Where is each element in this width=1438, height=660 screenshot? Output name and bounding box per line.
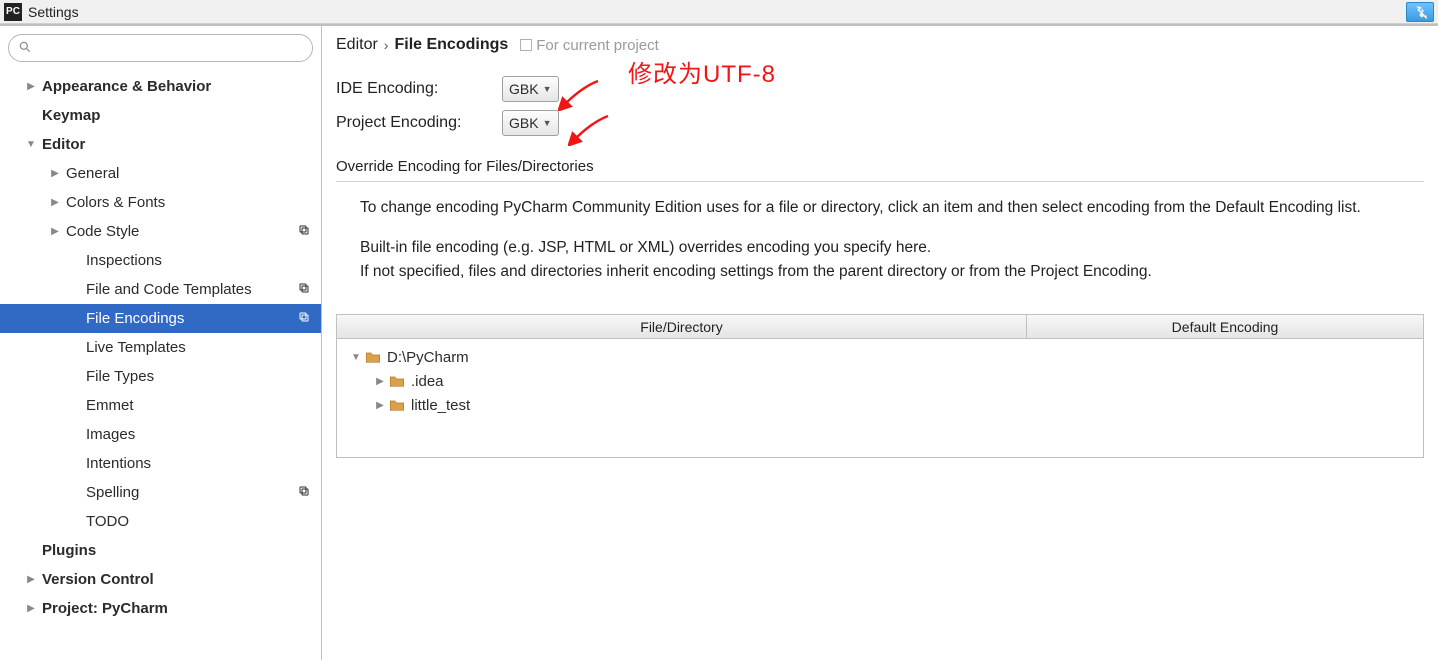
file-name: little_test <box>411 397 470 414</box>
tree-toggle-icon[interactable]: ▶ <box>373 376 387 387</box>
sidebar-item-file-encodings[interactable]: File Encodings <box>0 304 321 333</box>
sidebar-item-label: Colors & Fonts <box>66 194 321 211</box>
sidebar-item-version-control[interactable]: ▶ Version Control <box>0 565 321 594</box>
project-encoding-select[interactable]: GBK ▼ <box>502 110 559 136</box>
folder-icon <box>389 374 405 388</box>
sidebar-item-label: General <box>66 165 321 182</box>
scope-badge-icon <box>520 39 532 51</box>
sidebar-item-label: Inspections <box>86 252 321 269</box>
sidebar-item-general[interactable]: ▶ General <box>0 159 321 188</box>
file-name: .idea <box>411 373 444 390</box>
copy-icon <box>293 223 315 240</box>
sidebar-item-appearance-behavior[interactable]: ▶ Appearance & Behavior <box>0 72 321 101</box>
sidebar-item-emmet[interactable]: Emmet <box>0 391 321 420</box>
breadcrumb-parent[interactable]: Editor <box>336 36 378 54</box>
desc-line-3: If not specified, files and directories … <box>360 260 1412 284</box>
search-wrap <box>0 26 321 66</box>
override-description: To change encoding PyCharm Community Edi… <box>336 182 1416 306</box>
sidebar-item-label: Keymap <box>42 107 321 124</box>
project-encoding-label: Project Encoding: <box>336 114 502 132</box>
ide-encoding-row: IDE Encoding: GBK ▼ <box>336 72 1424 106</box>
sidebar-item-label: Appearance & Behavior <box>42 78 321 95</box>
sidebar-item-label: Plugins <box>42 542 321 559</box>
folder-icon <box>365 350 381 364</box>
sidebar-item-plugins[interactable]: Plugins <box>0 536 321 565</box>
sidebar-item-intentions[interactable]: Intentions <box>0 449 321 478</box>
encoding-table-header: File/Directory Default Encoding <box>337 315 1423 339</box>
sidebar-item-inspections[interactable]: Inspections <box>0 246 321 275</box>
sidebar-item-label: File Types <box>86 368 321 385</box>
sidebar-item-images[interactable]: Images <box>0 420 321 449</box>
sidebar-item-label: Spelling <box>86 484 293 501</box>
project-encoding-row: Project Encoding: GBK ▼ <box>336 106 1424 140</box>
sidebar-item-label: Editor <box>42 136 321 153</box>
file-tree: ▼D:\PyCharm▶.idea▶little_test <box>337 339 1423 457</box>
copy-icon <box>293 484 315 501</box>
breadcrumb: Editor › File Encodings For current proj… <box>336 36 1424 54</box>
sidebar-item-label: Version Control <box>42 571 321 588</box>
sidebar-item-label: Project: PyCharm <box>42 600 321 617</box>
sidebar-item-label: Emmet <box>86 397 321 414</box>
sidebar-item-spelling[interactable]: Spelling <box>0 478 321 507</box>
file-row[interactable]: ▶ little_test <box>343 393 1417 417</box>
sidebar-item-project-pycharm[interactable]: ▶ Project: PyCharm <box>0 594 321 623</box>
titlebar-right <box>1406 2 1434 22</box>
sidebar-item-label: Code Style <box>66 223 293 240</box>
file-row[interactable]: ▶ .idea <box>343 369 1417 393</box>
search-input[interactable] <box>8 34 313 62</box>
breadcrumb-separator: › <box>384 37 389 53</box>
sidebar-item-label: Intentions <box>86 455 321 472</box>
sidebar-item-label: Images <box>86 426 321 443</box>
ide-encoding-select[interactable]: GBK ▼ <box>502 76 559 102</box>
ide-encoding-value: GBK <box>509 81 539 97</box>
window-titlebar: PC Settings <box>0 0 1438 24</box>
tree-toggle-icon[interactable]: ▶ <box>24 603 38 614</box>
tree-toggle-icon[interactable]: ▶ <box>24 81 38 92</box>
tree-toggle-icon[interactable]: ▶ <box>48 226 62 237</box>
sidebar-item-file-types[interactable]: File Types <box>0 362 321 391</box>
tree-toggle-icon[interactable]: ▶ <box>48 168 62 179</box>
breadcrumb-current: File Encodings <box>394 36 508 54</box>
sidebar-item-live-templates[interactable]: Live Templates <box>0 333 321 362</box>
col-default-encoding[interactable]: Default Encoding <box>1027 315 1423 338</box>
app-icon: PC <box>4 3 22 21</box>
sidebar-item-label: File and Code Templates <box>86 281 293 298</box>
tree-toggle-icon[interactable]: ▶ <box>373 400 387 411</box>
sidebar-item-file-and-code-templates[interactable]: File and Code Templates <box>0 275 321 304</box>
sidebar-item-label: TODO <box>86 513 321 530</box>
project-encoding-value: GBK <box>509 115 539 131</box>
toolbox-icon[interactable] <box>1406 2 1434 22</box>
tree-toggle-icon[interactable]: ▼ <box>349 352 363 363</box>
sidebar-item-label: File Encodings <box>86 310 293 327</box>
folder-icon <box>389 398 405 412</box>
chevron-down-icon: ▼ <box>543 118 552 128</box>
window-title: Settings <box>28 4 79 20</box>
copy-icon <box>293 281 315 298</box>
main: ▶ Appearance & Behavior Keymap ▼ Editor ▶ Gene… <box>0 24 1438 660</box>
tree-toggle-icon[interactable]: ▶ <box>48 197 62 208</box>
scope-badge: For current project <box>520 37 659 54</box>
copy-icon <box>293 310 315 327</box>
file-row[interactable]: ▼ D:\PyCharm <box>343 345 1417 369</box>
col-file-directory[interactable]: File/Directory <box>337 315 1027 338</box>
chevron-down-icon: ▼ <box>543 84 552 94</box>
settings-content: Editor › File Encodings For current proj… <box>322 26 1438 660</box>
settings-tree: ▶ Appearance & Behavior Keymap ▼ Editor ▶ Gene… <box>0 66 321 623</box>
scope-badge-text: For current project <box>536 37 659 54</box>
desc-line-2: Built-in file encoding (e.g. JSP, HTML o… <box>360 236 1412 260</box>
tree-toggle-icon[interactable]: ▶ <box>24 574 38 585</box>
tree-toggle-icon[interactable]: ▼ <box>24 139 38 150</box>
sidebar-item-code-style[interactable]: ▶ Code Style <box>0 217 321 246</box>
sidebar-item-keymap[interactable]: Keymap <box>0 101 321 130</box>
sidebar-item-todo[interactable]: TODO <box>0 507 321 536</box>
override-section-title: Override Encoding for Files/Directories <box>336 158 1424 182</box>
settings-sidebar: ▶ Appearance & Behavior Keymap ▼ Editor ▶ Gene… <box>0 26 322 660</box>
sidebar-item-editor[interactable]: ▼ Editor <box>0 130 321 159</box>
encoding-table: File/Directory Default Encoding ▼ D:\PyCh… <box>336 314 1424 458</box>
ide-encoding-label: IDE Encoding: <box>336 80 502 98</box>
sidebar-item-label: Live Templates <box>86 339 321 356</box>
desc-line-1: To change encoding PyCharm Community Edi… <box>360 196 1412 220</box>
sidebar-item-colors-fonts[interactable]: ▶ Colors & Fonts <box>0 188 321 217</box>
file-name: D:\PyCharm <box>387 349 469 366</box>
